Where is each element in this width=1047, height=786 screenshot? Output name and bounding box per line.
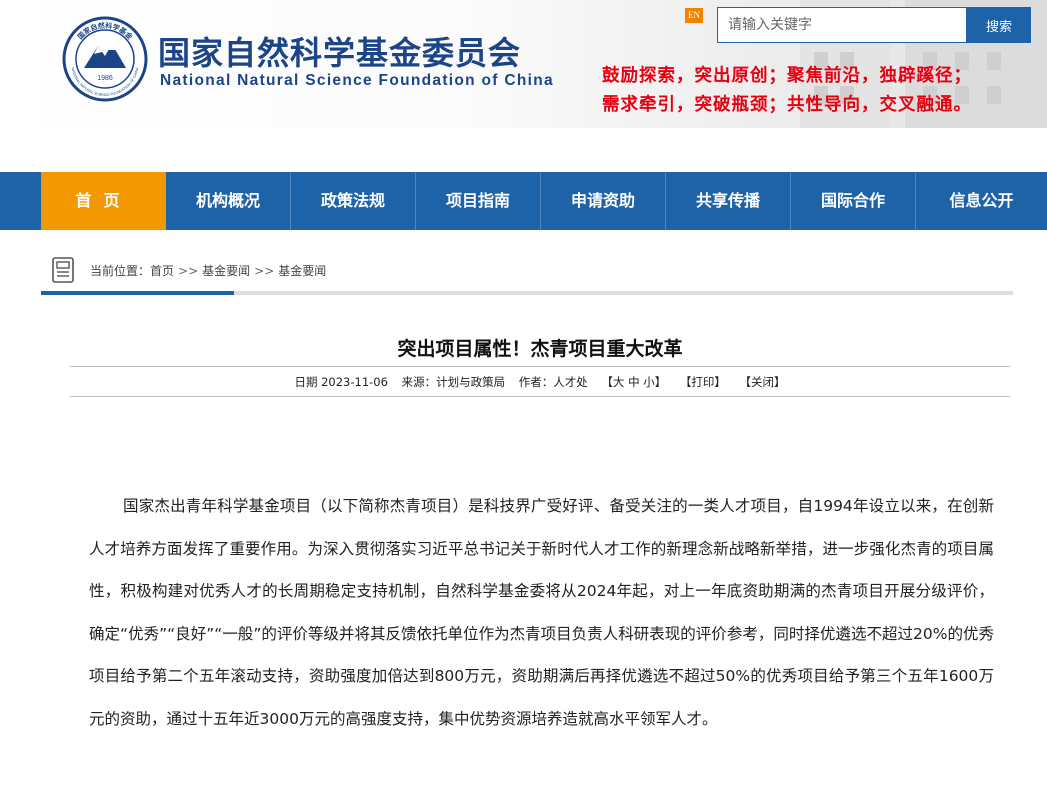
nav-item-apply-funding[interactable]: 申请资助	[541, 172, 666, 230]
breadcrumb-home-link[interactable]: 首页	[150, 264, 174, 278]
nav-item-project-guide[interactable]: 项目指南	[416, 172, 541, 230]
org-name-cn[interactable]: 国家自然科学基金委员会	[158, 28, 521, 74]
nav-item-home[interactable]: 首页	[41, 172, 166, 230]
search-button[interactable]: 搜索	[967, 7, 1031, 43]
close-link[interactable]: 【关闭】	[740, 375, 786, 389]
svg-text:1986: 1986	[97, 75, 113, 82]
breadcrumb-news-current[interactable]: 基金要闻	[278, 264, 326, 278]
site-header: 国家自然科学基金 NATIONAL NATURAL SCIENCE FOUNDA…	[0, 0, 1047, 128]
article-date: 日期 2023-11-06	[294, 375, 388, 389]
article-source: 来源：计划与政策局	[401, 375, 506, 389]
breadcrumb-separator: >>	[178, 264, 199, 278]
breadcrumb-news-link[interactable]: 基金要闻	[202, 264, 250, 278]
meta-divider-bottom	[70, 396, 1010, 397]
article-title: 突出项目属性！杰青项目重大改革	[397, 338, 683, 360]
breadcrumb-divider	[41, 291, 1013, 295]
slogan-line-1: 鼓励探索，突出原创；聚焦前沿，独辟蹊径；	[602, 66, 972, 86]
slogan-line-2: 需求牵引，突破瓶颈；共性导向，交叉融通。	[602, 95, 972, 115]
meta-divider-top	[70, 366, 1010, 367]
article-meta: 日期 2023-11-06 来源：计划与政策局 作者：人才处 【大 中 小】 【…	[70, 374, 1010, 390]
print-link[interactable]: 【打印】	[680, 375, 726, 389]
nsfc-seal-logo[interactable]: 国家自然科学基金 NATIONAL NATURAL SCIENCE FOUNDA…	[62, 16, 148, 102]
nav-item-international[interactable]: 国际合作	[791, 172, 916, 230]
breadcrumb-separator: >>	[254, 264, 275, 278]
location-icon	[52, 257, 74, 283]
org-name-en[interactable]: National Natural Science Foundation of C…	[160, 72, 554, 90]
article-author: 作者：人才处	[518, 375, 588, 389]
breadcrumb-prefix: 当前位置：	[90, 264, 151, 278]
english-language-button[interactable]: EN	[685, 8, 703, 23]
search-input[interactable]	[717, 7, 967, 43]
nav-item-sharing[interactable]: 共享传播	[666, 172, 791, 230]
article-paragraph: 国家杰出青年科学基金项目（以下简称杰青项目）是科技界广受好评、备受关注的一类人才…	[89, 497, 994, 728]
main-navigation: 首页 机构概况 政策法规 项目指南 申请资助 共享传播 国际合作 信息公开	[0, 172, 1047, 230]
breadcrumb: 当前位置：首页 >> 基金要闻 >> 基金要闻	[90, 262, 326, 279]
font-size-controls[interactable]: 【大 中 小】	[601, 375, 666, 389]
nav-item-disclosure[interactable]: 信息公开	[916, 172, 1047, 230]
nav-item-about[interactable]: 机构概况	[166, 172, 291, 230]
nav-item-policies[interactable]: 政策法规	[291, 172, 416, 230]
